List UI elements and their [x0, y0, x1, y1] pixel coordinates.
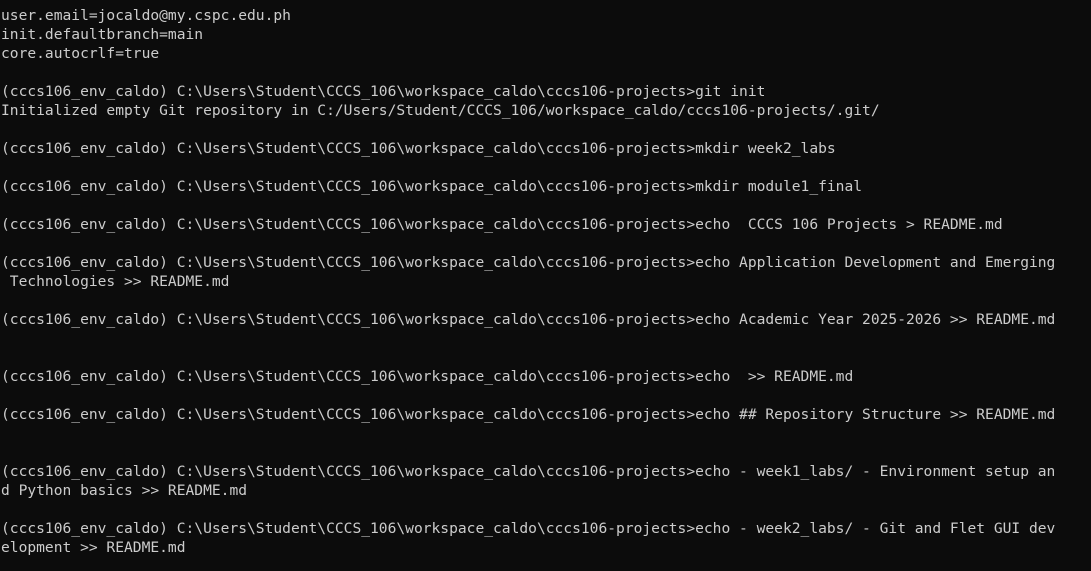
terminal-line: (cccs106_env_caldo) C:\Users\Student\CCC…	[1, 254, 1056, 271]
terminal-line: core.autocrlf=true	[1, 45, 160, 62]
terminal-line: user.email=jocaldo@my.cspc.edu.ph	[1, 7, 291, 24]
terminal-line: (cccs106_env_caldo) C:\Users\Student\CCC…	[1, 311, 1056, 328]
terminal-line: Technologies >> README.md	[1, 273, 230, 290]
terminal-line: Initialized empty Git repository in C:/U…	[1, 102, 880, 119]
terminal-line: elopment >> README.md	[1, 539, 186, 556]
terminal-line: (cccs106_env_caldo) C:\Users\Student\CCC…	[1, 216, 1003, 233]
terminal-line: (cccs106_env_caldo) C:\Users\Student\CCC…	[1, 140, 836, 157]
terminal-window[interactable]: user.email=jocaldo@my.cspc.edu.ph init.de…	[0, 0, 1091, 571]
terminal-line: (cccs106_env_caldo) C:\Users\Student\CCC…	[1, 520, 1056, 537]
terminal-line: init.defaultbranch=main	[1, 26, 204, 43]
terminal-line: d Python basics >> README.md	[1, 482, 248, 499]
terminal-line: (cccs106_env_caldo) C:\Users\Student\CCC…	[1, 463, 1056, 480]
terminal-line: (cccs106_env_caldo) C:\Users\Student\CCC…	[1, 178, 863, 195]
terminal-line: (cccs106_env_caldo) C:\Users\Student\CCC…	[1, 406, 1056, 423]
terminal-line: (cccs106_env_caldo) C:\Users\Student\CCC…	[1, 83, 766, 100]
terminal-line: (cccs106_env_caldo) C:\Users\Student\CCC…	[1, 368, 854, 385]
